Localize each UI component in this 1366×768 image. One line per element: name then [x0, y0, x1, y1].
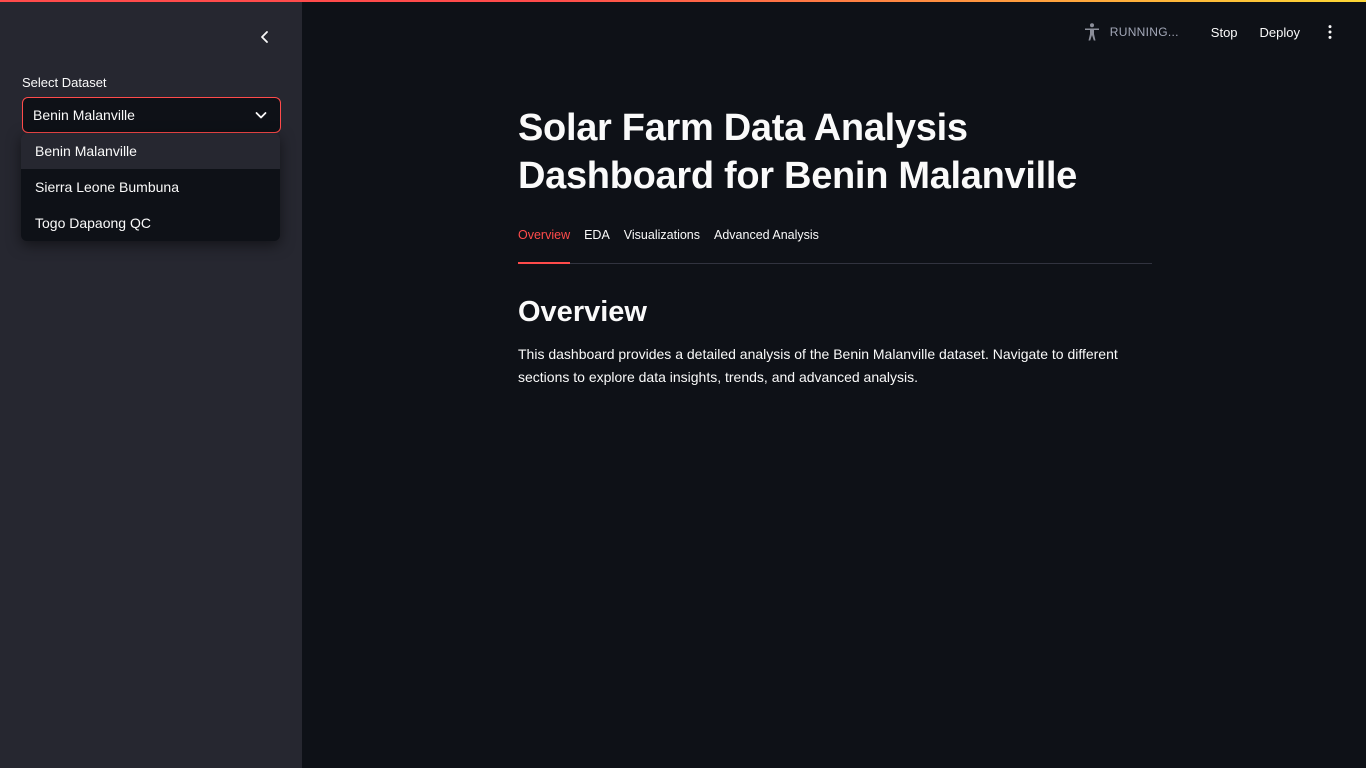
kebab-menu-icon [1328, 25, 1332, 39]
stop-button[interactable]: Stop [1203, 21, 1246, 44]
section-heading: Overview [518, 296, 647, 328]
chevron-down-icon [255, 112, 267, 119]
app-header: RUNNING... Stop Deploy [1082, 20, 1342, 44]
deploy-button[interactable]: Deploy [1252, 21, 1308, 44]
select-dataset-label: Select Dataset [22, 75, 107, 90]
chevron-left-icon [261, 31, 268, 43]
main-menu-button[interactable] [1318, 20, 1342, 44]
tab-visualizations[interactable]: Visualizations [624, 224, 700, 263]
sidebar: Select Dataset Benin Malanville Benin Ma… [0, 0, 302, 768]
page-title: Solar Farm Data Analysis Dashboard for B… [518, 107, 1077, 197]
tab-advanced-analysis[interactable]: Advanced Analysis [714, 224, 819, 263]
collapse-sidebar-button[interactable] [252, 24, 278, 50]
dataset-select-value: Benin Malanville [33, 107, 135, 123]
dataset-dropdown-menu: Benin Malanville Sierra Leone Bumbuna To… [21, 133, 280, 241]
running-person-icon [1084, 23, 1099, 41]
running-status: RUNNING... [1082, 22, 1179, 42]
dropdown-option-togo-dapaong-qc[interactable]: Togo Dapaong QC [21, 205, 280, 241]
tab-overview[interactable]: Overview [518, 224, 571, 264]
overview-description: This dashboard provides a detailed analy… [518, 346, 1118, 385]
dropdown-option-benin-malanville[interactable]: Benin Malanville [21, 133, 280, 169]
tab-bar: Overview EDA Visualizations Advanced Ana… [518, 224, 1152, 264]
running-status-text: RUNNING... [1109, 25, 1179, 39]
dropdown-option-sierra-leone-bumbuna[interactable]: Sierra Leone Bumbuna [21, 169, 280, 205]
dataset-select[interactable]: Benin Malanville [22, 97, 281, 133]
top-status-bar [0, 0, 1366, 2]
tab-eda[interactable]: EDA [584, 224, 610, 263]
main-content: Solar Farm Data Analysis Dashboard for B… [518, 104, 1152, 389]
